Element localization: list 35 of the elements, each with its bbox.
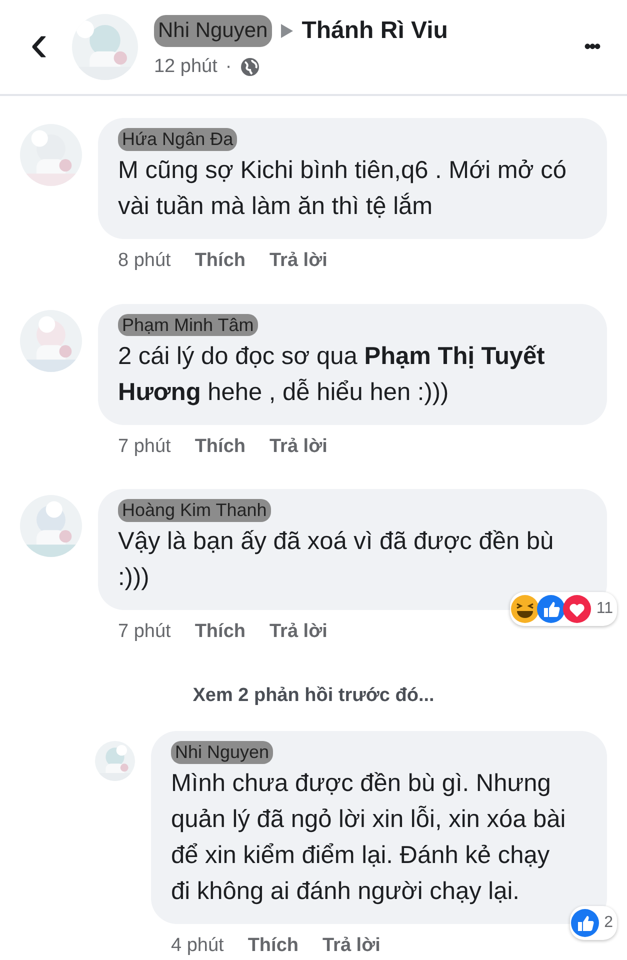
commenter-name[interactable]: Hoàng Kim Thanh bbox=[118, 499, 271, 522]
reaction-count-badge[interactable]: 11 bbox=[510, 592, 617, 626]
like-reaction-icon bbox=[536, 594, 566, 624]
view-previous-replies-link[interactable]: Xem 2 phản hồi trước đó... bbox=[186, 680, 440, 711]
comment-text: Mình chưa được đền bù gì. Nhưng quản lý đã ngỏ lời xin lỗi, xin xóa bài để xin kiểm điểm lại. Đánh kẻ chạy đi không ai đánh người chạy lại. bbox=[171, 769, 567, 907]
like-reaction-icon bbox=[570, 908, 600, 938]
commenter-name[interactable]: Hứa Ngân Đa bbox=[118, 128, 238, 150]
more-button[interactable]: ••• bbox=[578, 31, 605, 63]
reply-link[interactable]: Trả lời bbox=[270, 432, 328, 461]
like-link[interactable]: Thích bbox=[194, 432, 246, 461]
group-name[interactable]: Thánh Rì Viu bbox=[302, 12, 448, 49]
globe-icon bbox=[240, 57, 260, 77]
commenter-name[interactable]: Phạm Minh Tâm bbox=[118, 314, 258, 336]
like-link[interactable]: Thích bbox=[194, 618, 246, 646]
comment-time: 7 phút bbox=[118, 434, 171, 458]
comment-time: 7 phút bbox=[118, 620, 171, 644]
reaction-count-badge[interactable]: 2 bbox=[570, 906, 617, 940]
post-time: 12 phút bbox=[154, 54, 218, 79]
like-link[interactable]: Thích bbox=[248, 932, 298, 960]
comment-text: 2 cái lý do đọc sơ qua Phạm Thị Tuyết Hương hehe , dễ hiểu hen :))) bbox=[118, 342, 546, 408]
comment-time: 8 phút bbox=[118, 249, 171, 273]
comment-time: 4 phút bbox=[171, 934, 224, 958]
love-reaction-icon bbox=[562, 594, 592, 624]
separator-dot: · bbox=[225, 54, 232, 79]
like-link[interactable]: Thích bbox=[194, 247, 246, 276]
reply-link[interactable]: Trả lời bbox=[322, 932, 380, 960]
comment-text: Vậy là bạn ấy đã xoá vì đã được đền bù :))) bbox=[118, 527, 555, 593]
reply-link[interactable]: Trả lời bbox=[270, 247, 328, 276]
author-name[interactable]: Nhi Nguyen bbox=[154, 15, 272, 46]
triangle-icon bbox=[280, 22, 294, 39]
haha-reaction-icon bbox=[510, 594, 540, 624]
commenter-name[interactable]: Nhi Nguyen bbox=[171, 741, 274, 764]
reply-link[interactable]: Trả lời bbox=[270, 618, 328, 646]
back-button[interactable]: ‹ bbox=[22, 16, 56, 70]
comment-text: M cũng sợ Kichi bình tiên,q6 . Mới mở có vài tuần mà làm ăn thì tệ lắm bbox=[118, 156, 568, 222]
